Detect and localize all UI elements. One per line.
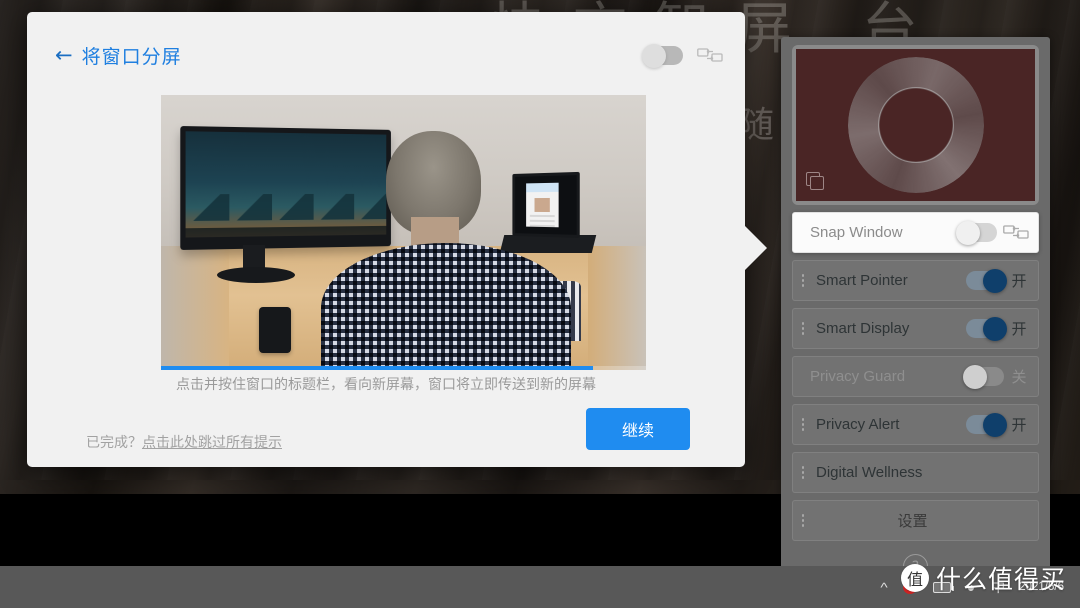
- show-hidden-icons-button[interactable]: ^: [873, 566, 895, 608]
- dialog-pointer-arrow: [745, 226, 767, 270]
- sidebar-item-smart-display[interactable]: Smart Display 开: [792, 308, 1039, 349]
- smart-display-state: 开: [1011, 320, 1027, 338]
- drag-handle-icon[interactable]: [798, 322, 810, 335]
- wallpaper-mountains: [185, 193, 387, 222]
- smart-pointer-state: 开: [1011, 272, 1027, 290]
- sidebar-item-digital-wellness[interactable]: Digital Wellness: [792, 452, 1039, 493]
- privacy-alert-state: 开: [1011, 416, 1027, 434]
- dialog-caption: 点击并按住窗口的标题栏，看向新屏幕，窗口将立即传送到新的屏幕: [176, 377, 596, 393]
- record-dot-icon[interactable]: [895, 566, 925, 608]
- transfer-monitor-icon[interactable]: [1003, 224, 1029, 242]
- video-progress-fill: [161, 366, 593, 370]
- smart-display-toggle[interactable]: [966, 316, 1007, 341]
- monitor-screen: [796, 49, 1035, 201]
- sidebar-item-label: Snap Window: [810, 224, 903, 241]
- photo-laptop: [512, 171, 580, 239]
- skip-prefix-label: 已完成？: [86, 435, 142, 451]
- photo-laptop-window: [526, 182, 559, 228]
- taskbar-clock[interactable]: 2021/5/6: [1013, 580, 1074, 594]
- windows-taskbar: ^ ◕ 中 2021/5/6: [0, 566, 1080, 608]
- photo-monitor-screen: [185, 131, 387, 238]
- photo-laptop-screen: [515, 175, 577, 235]
- privacy-guard-toggle[interactable]: [963, 364, 1004, 389]
- battery-icon[interactable]: [925, 566, 959, 608]
- snap-window-toggle[interactable]: [956, 220, 997, 245]
- photo-person-shirt: [321, 243, 571, 370]
- wifi-icon[interactable]: ◕: [959, 566, 983, 608]
- sidebar-item-smart-pointer[interactable]: Smart Pointer 开: [792, 260, 1039, 301]
- tutorial-video[interactable]: [161, 95, 646, 370]
- photo-monitor-base: [217, 267, 295, 283]
- tutorial-dialog: ← 将窗口分屏 点击并按住窗口的标题栏，看向新屏幕，窗口将立即传送到新的屏幕 已…: [27, 12, 767, 467]
- monitor-preview[interactable]: [792, 45, 1039, 205]
- desk-left-shadow: [161, 246, 229, 370]
- sidebar-item-label: Privacy Alert: [816, 416, 900, 433]
- sidebar-item-snap-window[interactable]: Snap Window: [792, 212, 1039, 253]
- smart-pointer-toggle[interactable]: [966, 268, 1007, 293]
- drag-handle-icon[interactable]: [798, 274, 810, 287]
- sidebar-item-label: Privacy Guard: [810, 368, 906, 385]
- video-progress-track[interactable]: [161, 366, 646, 370]
- desk-right-shadow: [587, 246, 646, 370]
- privacy-guard-state: 关: [1011, 368, 1027, 386]
- sidebar-item-label: Smart Display: [816, 320, 910, 337]
- photo-taskbar: [185, 225, 387, 238]
- aperture-inner-ring: [877, 87, 954, 163]
- sidebar-item-privacy-alert[interactable]: Privacy Alert 开: [792, 404, 1039, 445]
- drag-handle-icon[interactable]: [798, 514, 810, 527]
- desktop-background: 快充智屏 台 随 Snap Window: [0, 0, 1080, 608]
- sidebar-item-label: 设置: [897, 513, 928, 530]
- sidebar-item-privacy-guard[interactable]: Privacy Guard 关: [792, 356, 1039, 397]
- drag-handle-icon[interactable]: [798, 418, 810, 431]
- drag-handle-icon[interactable]: [798, 466, 810, 479]
- transfer-monitor-icon[interactable]: [697, 47, 723, 65]
- sidebar-item-label: Digital Wellness: [816, 464, 923, 481]
- sidebar-item-label: Smart Pointer: [816, 272, 908, 289]
- header-snap-window-toggle[interactable]: [642, 43, 683, 68]
- photo-monitor: [180, 125, 391, 251]
- photo-laptop-base: [499, 235, 597, 253]
- privacy-alert-toggle[interactable]: [966, 412, 1007, 437]
- taskbar-date: 2021/5/6: [1019, 580, 1064, 593]
- copy-window-icon[interactable]: [806, 172, 826, 192]
- dialog-header: ← 将窗口分屏: [27, 12, 745, 69]
- ime-icon[interactable]: 中: [983, 566, 1013, 608]
- skip-tips-row: 已完成？点击此处跳过所有提示: [86, 432, 282, 452]
- sidebar-item-settings[interactable]: 设置: [792, 500, 1039, 541]
- skip-all-tips-link[interactable]: 点击此处跳过所有提示: [142, 435, 282, 451]
- photo-phone: [259, 307, 291, 353]
- continue-button[interactable]: 继续: [586, 408, 690, 450]
- display-features-sidebar: Snap Window Smart Pointer 开 Smart Displa…: [781, 37, 1050, 571]
- page-title: 将窗口分屏: [81, 46, 182, 68]
- back-arrow-icon[interactable]: ←: [55, 45, 73, 66]
- chevron-up-icon: ^: [880, 579, 888, 595]
